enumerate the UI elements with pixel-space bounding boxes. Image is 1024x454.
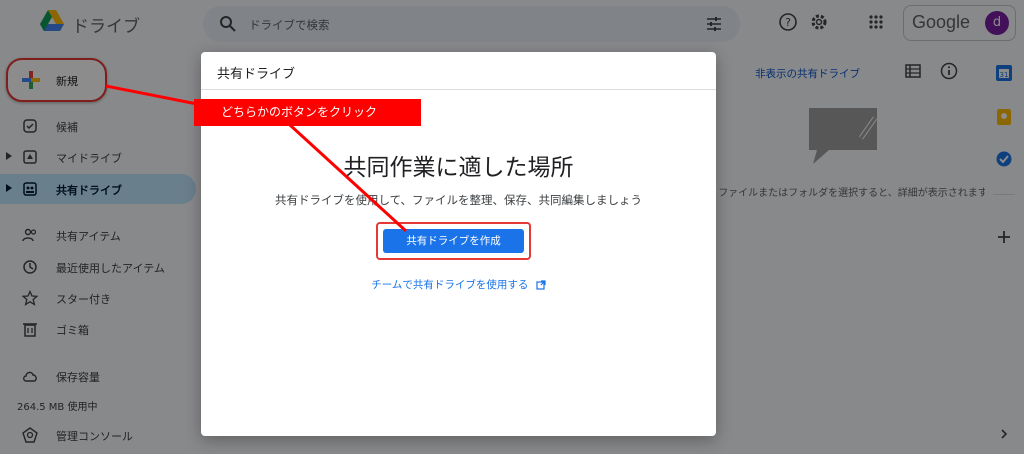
annotation-callout: どちらかのボタンをクリック [194,99,421,126]
annotation-lines [105,84,408,233]
